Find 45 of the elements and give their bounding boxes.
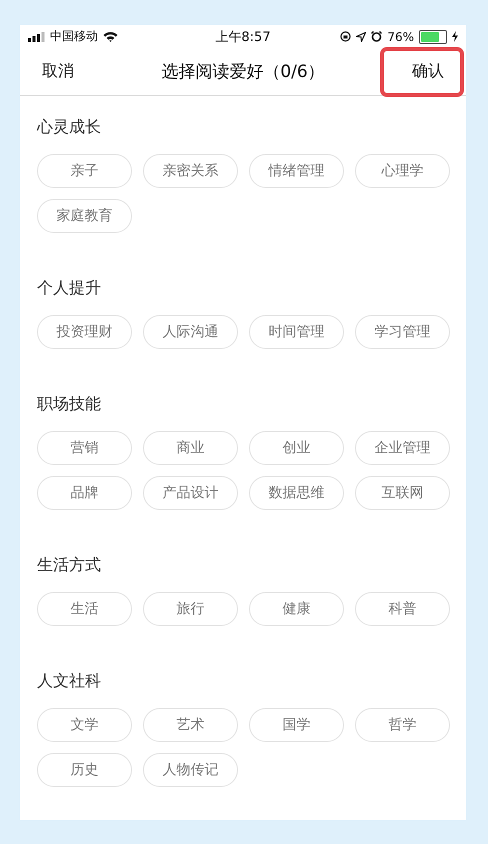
page-title: 选择阅读爱好（0/6） [160,61,326,83]
section-title: 生活方式 [37,555,102,576]
battery-icon [419,30,448,44]
interest-tag[interactable]: 商业 [143,431,238,465]
interest-tag[interactable]: 人物传记 [143,753,238,787]
interest-tag[interactable]: 创业 [249,431,344,465]
clock-time: 上午8:57 [215,28,271,46]
rotation-lock-icon [340,31,352,42]
section-title: 心灵成长 [37,117,102,138]
interest-tag[interactable]: 品牌 [37,476,132,510]
section-title: 人文社科 [37,671,102,692]
interest-tag[interactable]: 旅行 [143,592,238,626]
interest-tag[interactable]: 生活 [37,592,132,626]
cancel-button[interactable]: 取消 [42,57,74,86]
section-title: 职场技能 [37,394,102,415]
interest-tag[interactable]: 国学 [249,708,344,742]
interest-tag[interactable]: 企业管理 [355,431,450,465]
interest-tag[interactable]: 人际沟通 [143,315,238,349]
interest-tag[interactable]: 心理学 [355,154,450,188]
interest-tag[interactable]: 艺术 [143,708,238,742]
interest-tag[interactable]: 产品设计 [143,476,238,510]
interest-tag[interactable]: 健康 [249,592,344,626]
interest-tag[interactable]: 学习管理 [355,315,450,349]
interest-tag[interactable]: 亲密关系 [143,154,238,188]
battery-percent: 76% [387,30,414,44]
interest-tag[interactable]: 情绪管理 [249,154,344,188]
interest-tag[interactable]: 历史 [37,753,132,787]
interest-tag[interactable]: 亲子 [37,154,132,188]
interest-tag[interactable]: 数据思维 [249,476,344,510]
interest-tag[interactable]: 文学 [37,708,132,742]
interest-tag[interactable]: 科普 [355,592,450,626]
confirm-button[interactable]: 确认 [412,57,444,86]
alarm-icon [371,31,382,42]
interest-tag[interactable]: 家庭教育 [37,199,132,233]
interest-tag[interactable]: 互联网 [355,476,450,510]
wifi-icon [103,31,118,42]
interest-tag[interactable]: 营销 [37,431,132,465]
interest-tag[interactable]: 哲学 [355,708,450,742]
section-title: 个人提升 [37,278,102,299]
interest-tag[interactable]: 投资理财 [37,315,132,349]
interest-tag[interactable]: 时间管理 [249,315,344,349]
signal-icon [28,32,45,42]
charging-icon [452,31,458,42]
location-icon [356,32,366,42]
carrier-name: 中国移动 [50,28,98,45]
